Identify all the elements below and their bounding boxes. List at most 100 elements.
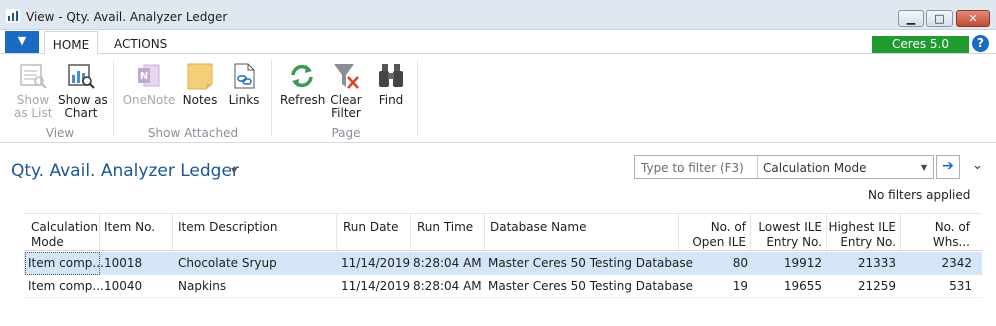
column-header-lowest-ile[interactable]: Lowest ILE Entry No. [752,220,822,250]
header-line: No. of [934,220,970,234]
column-header-whs[interactable]: No. of Whs... [904,220,970,250]
app-icon [6,9,20,23]
onenote-button[interactable]: N OneNote [122,62,176,107]
filter-search-input[interactable]: Type to filter (F3) [641,161,744,175]
arrow-right-icon: ➔ [942,158,954,174]
notes-label: Notes [182,93,218,107]
filter-status: No filters applied [868,188,971,202]
cell-lowest-ile[interactable]: 19912 [752,256,822,270]
notes-icon [187,63,213,90]
table-row[interactable]: Item comp... 10040 Napkins 11/14/2019 8:… [24,275,982,298]
column-divider[interactable] [336,214,337,252]
cell-whs[interactable]: 531 [904,279,972,293]
cell-lowest-ile[interactable]: 19655 [752,279,822,293]
window-title-bar: View - Qty. Avail. Analyzer Ledger ▁ □ ✕ [0,0,996,30]
cell-item-description[interactable]: Chocolate Sryup [178,256,277,270]
group-label-page: Page [331,126,361,140]
header-line: Whs... [932,235,970,249]
window-title: View - Qty. Avail. Analyzer Ledger [26,10,228,24]
group-label-show-attached: Show Attached [147,126,239,140]
company-badge[interactable]: Ceres 5.0 Testing [872,36,969,68]
header-line: Entry No. [766,235,822,249]
refresh-icon [291,64,313,88]
cell-item-no[interactable]: 10040 [104,279,142,293]
column-header-item-no[interactable]: Item No. [104,220,155,235]
column-divider[interactable] [678,214,679,252]
cell-item-no[interactable]: 10018 [104,256,142,270]
app-menu-button[interactable]: ▼ [5,31,39,53]
cell-run-time[interactable]: 8:28:04 AM [413,279,482,293]
show-as-chart-button[interactable]: Show as Chart [58,62,108,120]
close-icon: ✕ [968,12,978,25]
chart-view-icon [68,64,95,89]
minimize-icon: ▁ [906,12,916,25]
column-divider[interactable] [172,214,173,252]
cell-highest-ile[interactable]: 21333 [828,256,896,270]
chevron-down-icon[interactable]: ▼ [231,166,237,175]
minimize-button[interactable]: ▁ [898,10,924,27]
group-divider [271,60,272,136]
column-header-calculation-mode[interactable]: Calculation Mode [31,220,98,250]
collapse-filter-icon[interactable]: ⌄ [972,158,983,173]
refresh-label: Refresh [280,93,326,107]
column-header-database-name[interactable]: Database Name [490,220,586,235]
column-header-highest-ile[interactable]: Highest ILE Entry No. [828,220,896,250]
column-header-run-date[interactable]: Run Date [343,220,399,235]
cell-open-ile[interactable]: 80 [680,256,748,270]
apply-filter-button[interactable]: ➔ [936,155,960,179]
column-divider[interactable] [484,214,485,252]
column-divider[interactable] [99,214,100,252]
show-as-chart-label-2: Chart [64,106,98,120]
header-line: Highest ILE [828,220,896,234]
find-label: Find [378,93,404,107]
header-line: No. of [710,220,746,234]
show-as-list-button[interactable]: Show as List [14,62,52,120]
filter-bar: Type to filter (F3) Calculation Mode ▼ [634,155,934,179]
clear-filter-button[interactable]: Clear Filter [328,62,364,120]
links-button[interactable]: Links [228,62,260,107]
header-line: Mode [31,235,64,249]
links-icon [234,63,255,89]
notes-button[interactable]: Notes [182,62,218,107]
chevron-down-icon: ▼ [17,34,27,47]
cell-open-ile[interactable]: 19 [680,279,748,293]
find-button[interactable]: Find [374,62,408,107]
help-icon[interactable]: ? [972,35,989,52]
onenote-icon: N [138,64,160,87]
tab-actions[interactable]: ACTIONS [114,37,167,51]
cell-run-date[interactable]: 11/14/2019 [341,279,410,293]
clear-filter-icon [334,64,359,89]
column-divider[interactable] [826,214,827,252]
chevron-down-icon[interactable]: ▼ [921,163,927,172]
cell-run-time[interactable]: 8:28:04 AM [413,256,482,270]
cell-database-name[interactable]: Master Ceres 50 Testing Database [488,279,693,293]
cell-database-name[interactable]: Master Ceres 50 Testing Database [488,256,693,270]
header-line: Calculation [31,220,98,234]
column-divider[interactable] [750,214,751,252]
maximize-button[interactable]: □ [926,10,953,27]
cell-calculation-mode[interactable]: Item comp... [28,279,104,293]
column-divider[interactable] [900,214,901,252]
column-header-run-time[interactable]: Run Time [417,220,473,235]
table-row[interactable]: Item comp... 10018 Chocolate Sryup 11/14… [24,252,982,275]
maximize-icon: □ [934,12,945,25]
column-header-item-description[interactable]: Item Description [178,220,277,235]
filter-divider [757,156,758,178]
close-button[interactable]: ✕ [956,10,990,27]
refresh-button[interactable]: Refresh [280,62,326,107]
onenote-label: OneNote [122,93,176,107]
tab-home[interactable]: HOME [44,31,98,55]
group-divider [417,60,418,136]
svg-text:N: N [140,71,148,82]
header-line: Open ILE [692,235,746,249]
cell-whs[interactable]: 2342 [904,256,972,270]
cell-calculation-mode[interactable]: Item comp... [28,256,104,270]
cell-item-description[interactable]: Napkins [178,279,226,293]
filter-field-select[interactable]: Calculation Mode [763,161,866,175]
clear-filter-label-2: Filter [331,106,361,120]
cell-run-date[interactable]: 11/14/2019 [341,256,410,270]
column-header-open-ile[interactable]: No. of Open ILE [680,220,746,250]
column-divider[interactable] [410,214,411,252]
grid-header: Calculation Mode Item No. Item Descripti… [24,213,982,252]
cell-highest-ile[interactable]: 21259 [828,279,896,293]
